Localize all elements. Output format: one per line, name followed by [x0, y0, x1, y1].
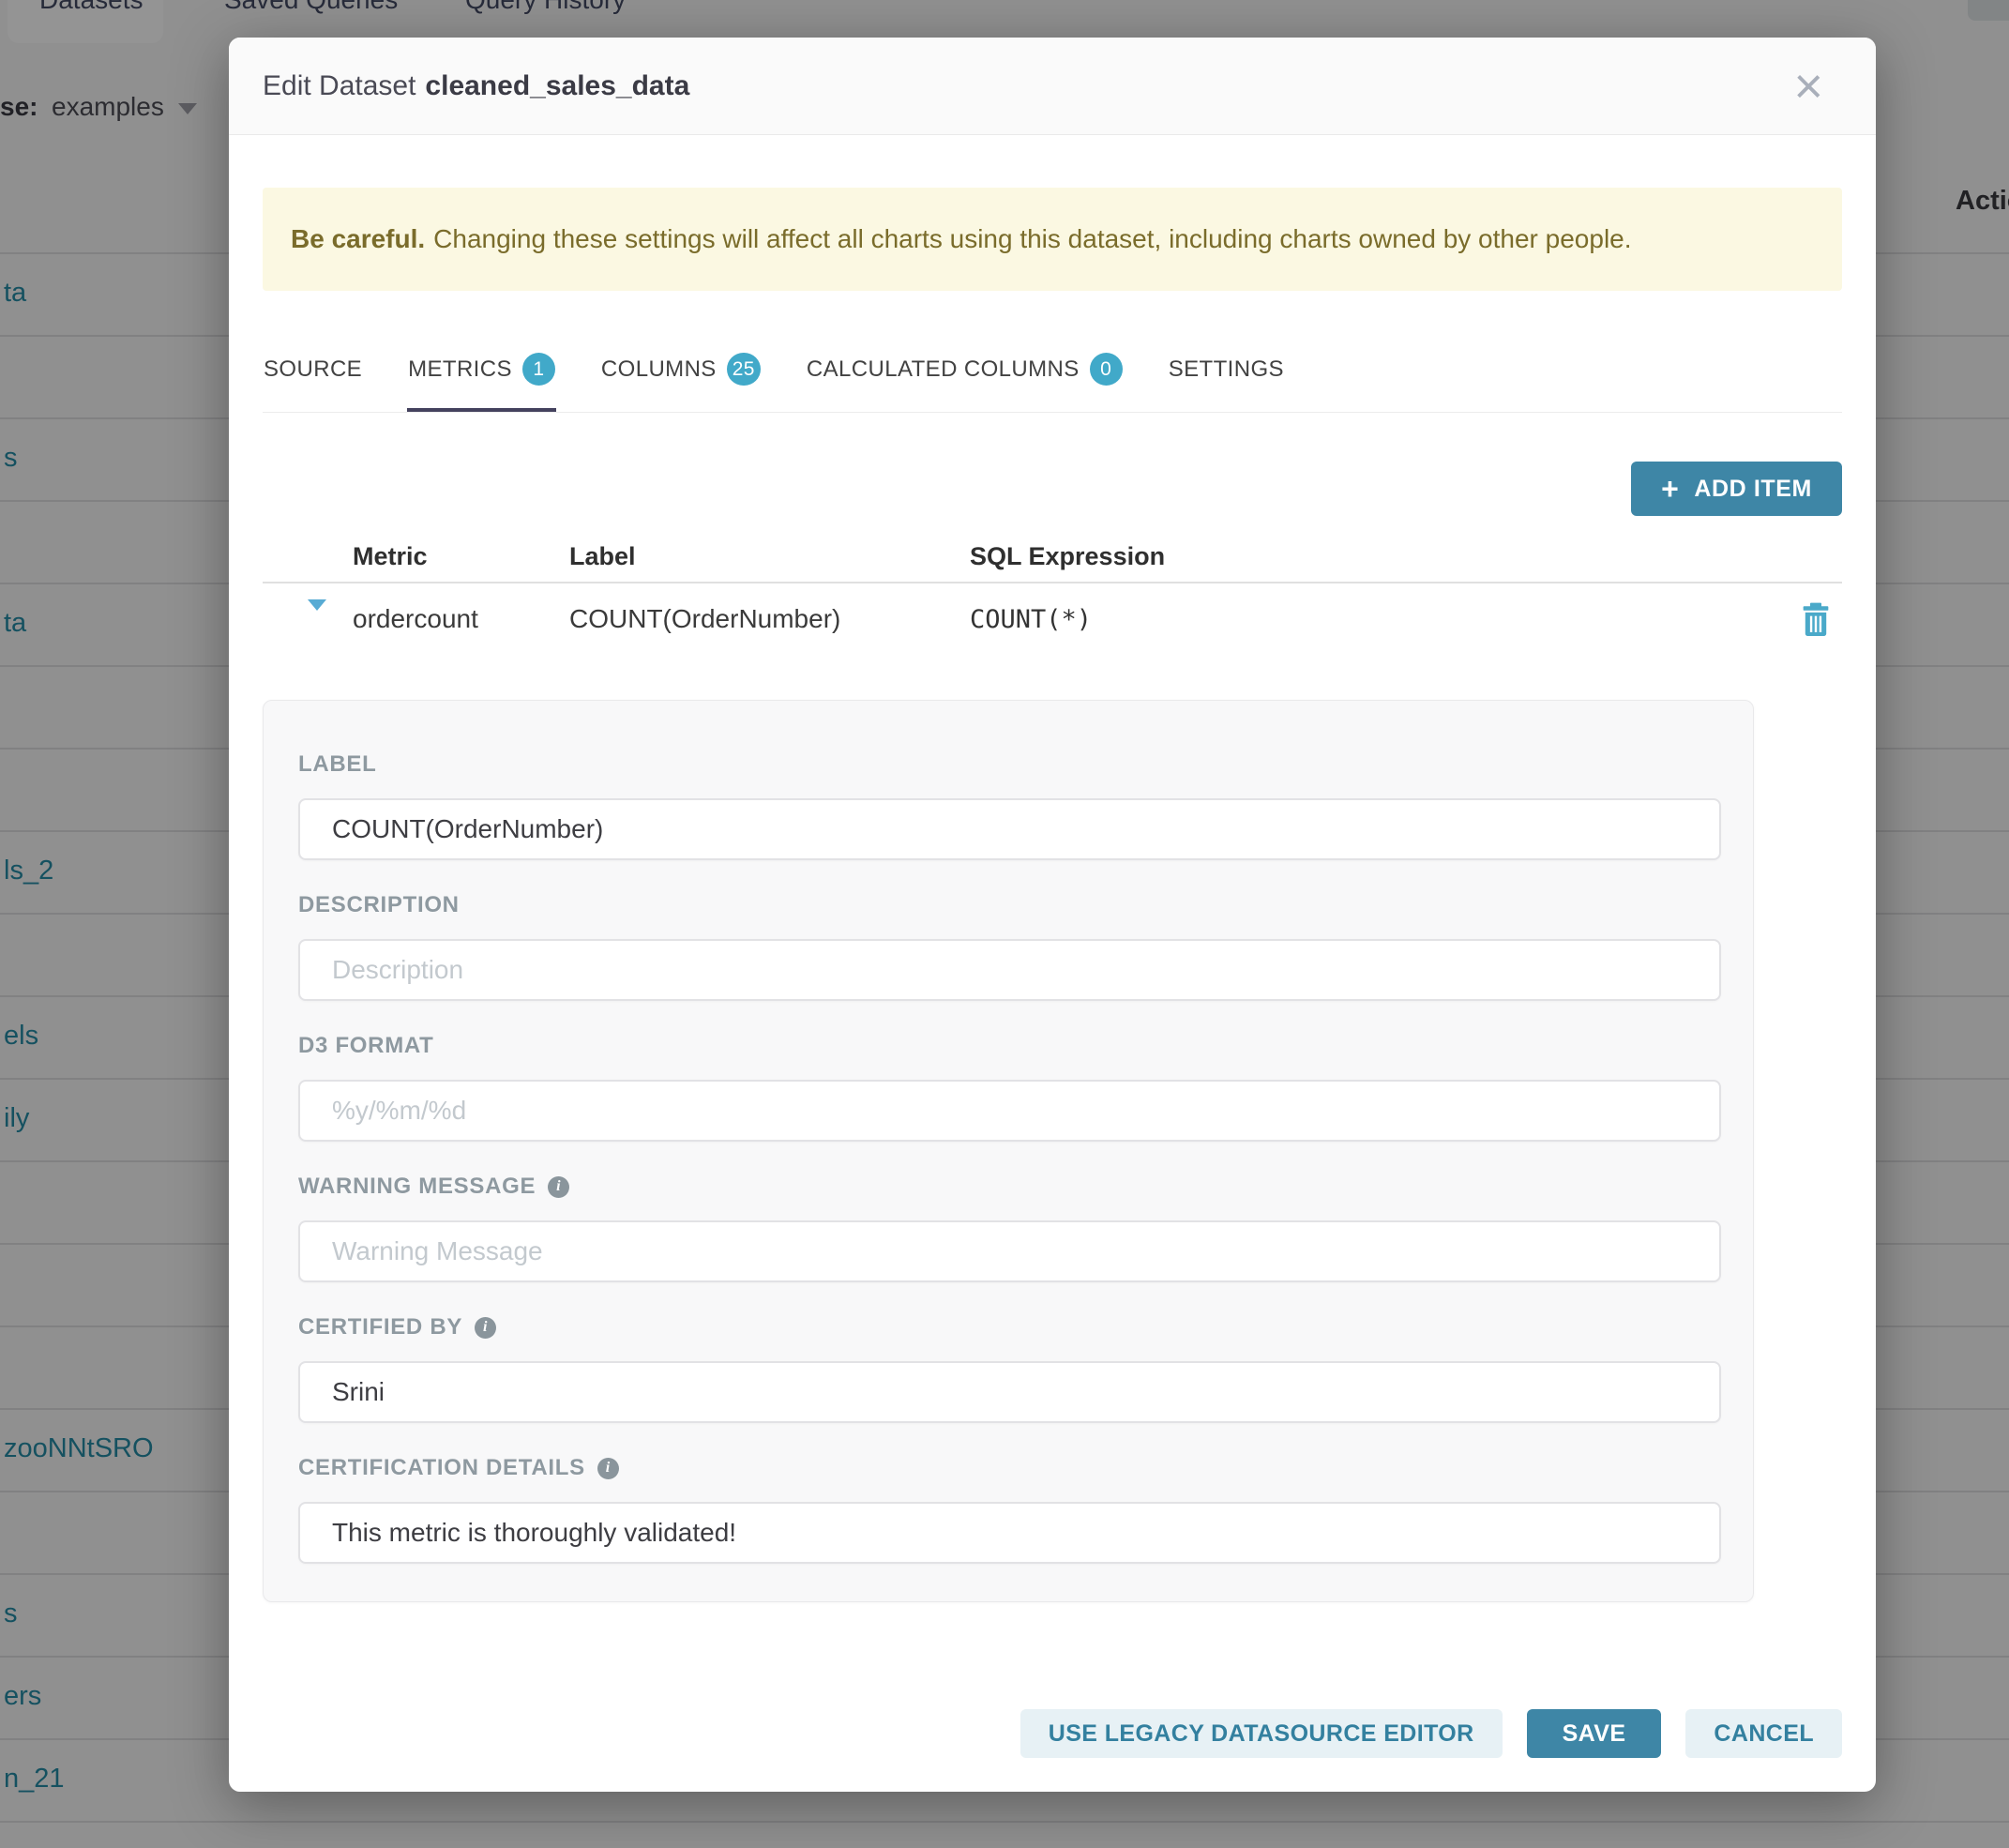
tab-metrics[interactable]: METRICS 1 [407, 347, 556, 412]
metric-edit-panel: LABEL DESCRIPTION D3 FORMAT WARNING MESS… [263, 700, 1754, 1602]
tab-settings[interactable]: SETTINGS [1168, 347, 1285, 412]
warning-banner: Be careful. Changing these settings will… [263, 188, 1842, 291]
toolbar: + ADD ITEM [263, 462, 1842, 516]
metric-label-cell: COUNT(OrderNumber) [569, 604, 970, 634]
metric-name-cell: ordercount [353, 604, 569, 634]
field-d3-format: D3 FORMAT [298, 1033, 1721, 1142]
field-certified-by: CERTIFIED BY i [298, 1314, 1721, 1423]
expand-row-toggle[interactable] [263, 611, 353, 628]
warning-banner-text: Changing these settings will affect all … [433, 224, 1631, 254]
tab-settings-label: SETTINGS [1169, 356, 1284, 383]
cancel-button[interactable]: CANCEL [1685, 1709, 1842, 1758]
field-warning-message: WARNING MESSAGE i [298, 1174, 1721, 1282]
certification-details-input[interactable] [298, 1502, 1721, 1564]
modal-header: Edit Dataset cleaned_sales_data × [229, 38, 1876, 135]
plus-icon: + [1661, 474, 1679, 504]
table-row: ordercount COUNT(OrderNumber) COUNT(*) [263, 583, 1842, 655]
add-item-label: ADD ITEM [1694, 476, 1812, 503]
col-header-label: Label [569, 542, 970, 571]
certification-details-caption-text: CERTIFICATION DETAILS [298, 1455, 585, 1481]
warning-message-caption-text: WARNING MESSAGE [298, 1174, 536, 1200]
info-icon: i [475, 1317, 496, 1339]
add-item-button[interactable]: + ADD ITEM [1631, 462, 1842, 516]
warning-message-input[interactable] [298, 1220, 1721, 1282]
info-icon: i [548, 1176, 569, 1198]
info-icon: i [597, 1458, 619, 1479]
d3-format-field-caption: D3 FORMAT [298, 1033, 1721, 1059]
tab-source-label: SOURCE [264, 356, 362, 383]
metrics-count-badge: 1 [522, 353, 555, 386]
modal-body: Be careful. Changing these settings will… [229, 135, 1876, 1709]
modal-title: Edit Dataset cleaned_sales_data [263, 70, 689, 102]
warning-message-field-caption: WARNING MESSAGE i [298, 1174, 1721, 1200]
col-header-metric: Metric [353, 542, 569, 571]
calculated-columns-count-badge: 0 [1090, 353, 1123, 386]
col-header-sql-expression: SQL Expression [970, 542, 1790, 571]
description-input[interactable] [298, 939, 1721, 1001]
certified-by-field-caption: CERTIFIED BY i [298, 1314, 1721, 1341]
trash-icon [1801, 602, 1831, 636]
d3-format-input[interactable] [298, 1080, 1721, 1142]
delete-metric-button[interactable] [1790, 602, 1842, 636]
modal-footer: USE LEGACY DATASOURCE EDITOR SAVE CANCEL [229, 1709, 1876, 1792]
certified-by-caption-text: CERTIFIED BY [298, 1314, 462, 1341]
tab-source[interactable]: SOURCE [263, 347, 363, 412]
tab-calculated-columns[interactable]: CALCULATED COLUMNS 0 [806, 347, 1124, 412]
use-legacy-datasource-editor-button[interactable]: USE LEGACY DATASOURCE EDITOR [1020, 1709, 1503, 1758]
tab-columns[interactable]: COLUMNS 25 [600, 347, 762, 412]
warning-banner-bold: Be careful. [291, 224, 425, 254]
tab-columns-label: COLUMNS [601, 356, 717, 383]
field-description: DESCRIPTION [298, 892, 1721, 1001]
field-label: LABEL [298, 751, 1721, 860]
save-button[interactable]: SAVE [1527, 1709, 1662, 1758]
modal-title-dataset-name: cleaned_sales_data [425, 70, 689, 101]
edit-dataset-modal: Edit Dataset cleaned_sales_data × Be care… [229, 38, 1876, 1792]
certified-by-input[interactable] [298, 1361, 1721, 1423]
label-input[interactable] [298, 798, 1721, 860]
metrics-table-header: Metric Label SQL Expression [263, 531, 1842, 583]
columns-count-badge: 25 [727, 353, 761, 386]
modal-tabs: SOURCE METRICS 1 COLUMNS 25 CALCULATED C… [263, 347, 1842, 413]
metrics-table: Metric Label SQL Expression ordercount C… [263, 531, 1842, 655]
tab-metrics-label: METRICS [408, 356, 512, 383]
metric-sql-cell: COUNT(*) [970, 605, 1790, 634]
field-certification-details: CERTIFICATION DETAILS i [298, 1455, 1721, 1564]
description-field-caption: DESCRIPTION [298, 892, 1721, 918]
close-icon[interactable]: × [1793, 68, 1823, 105]
certification-details-field-caption: CERTIFICATION DETAILS i [298, 1455, 1721, 1481]
label-field-caption: LABEL [298, 751, 1721, 778]
modal-title-prefix: Edit Dataset [263, 70, 415, 101]
caret-down-icon [308, 599, 326, 627]
tab-calculated-columns-label: CALCULATED COLUMNS [807, 356, 1080, 383]
